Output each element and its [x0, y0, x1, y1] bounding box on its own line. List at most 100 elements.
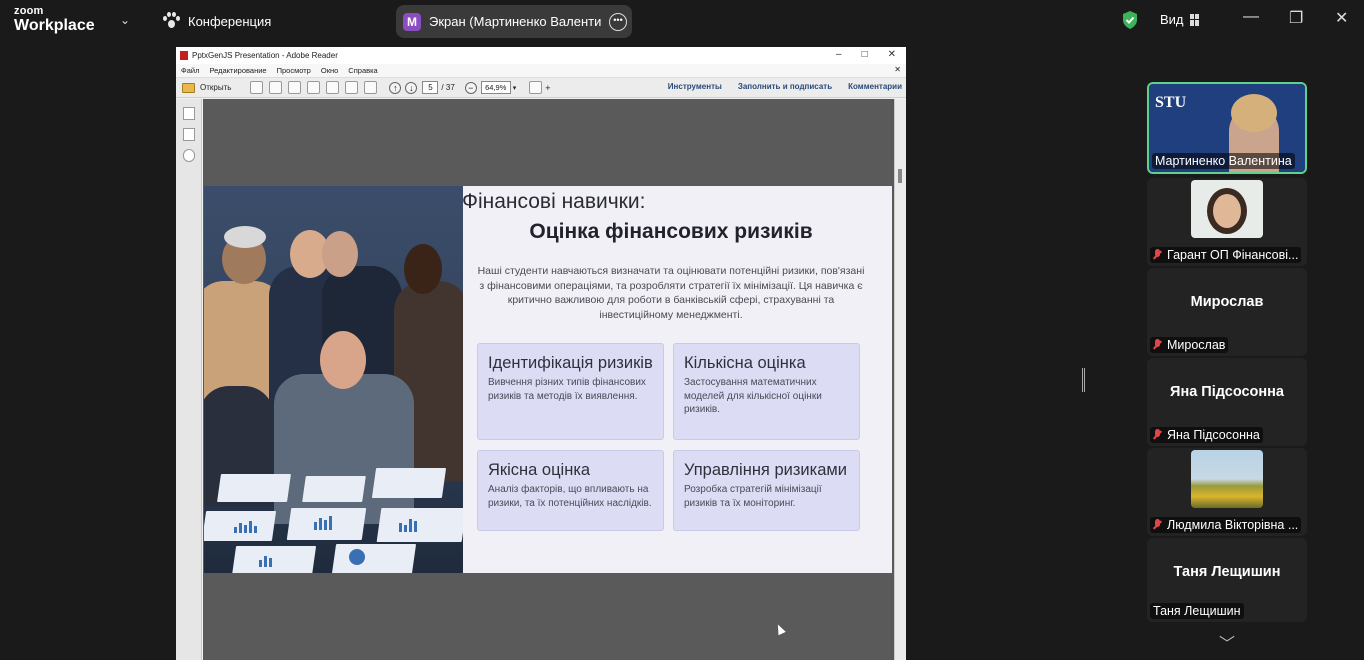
card-quantitative-assessment: Кількісна оцінка Застосування математичн… [673, 343, 860, 440]
muted-mic-icon [1153, 249, 1162, 260]
expand-icon[interactable]: + [545, 83, 550, 93]
participant-big-name: Мирослав [1190, 294, 1264, 310]
participant-tile[interactable]: Яна Підсосонна Яна Підсосонна [1147, 358, 1307, 446]
screen-share-label: Экран (Мартиненко Валентина) [429, 14, 601, 29]
more-options-icon[interactable]: ••• [609, 12, 627, 31]
slide-title: Фінансові навички: [462, 190, 646, 213]
mail-icon[interactable] [364, 81, 378, 94]
reader-title: PptxGenJS Presentation - Adobe Reader [192, 51, 338, 60]
card-text: Вивчення різних типів фінансових ризиків… [488, 377, 646, 402]
card-risk-identification: Ідентифікація ризиків Вивчення різних ти… [477, 343, 664, 440]
page-total: / 37 [441, 83, 455, 92]
slide-heading: Оцінка фінансових ризиків [529, 220, 813, 243]
zoom-top-bar: zoom Workplace ⌄ Конференция M Экран (Ма… [0, 0, 1364, 42]
comments-button[interactable]: Комментарии [848, 82, 902, 91]
menu-file[interactable]: Файл [181, 66, 199, 75]
sharer-badge: M [403, 12, 421, 31]
print-icon[interactable] [345, 81, 359, 94]
zoom-value[interactable]: 64,9% [480, 81, 511, 94]
vertical-scrollbar[interactable] [894, 99, 906, 660]
participant-big-name: Яна Підсосонна [1170, 384, 1284, 400]
card-risk-management: Управління ризиками Розробка стратегій м… [673, 450, 860, 531]
participant-tile[interactable]: Гарант ОП Фінансові... [1147, 178, 1307, 266]
conference-label: Конференция [188, 13, 272, 29]
save-icon[interactable] [326, 81, 340, 94]
muted-mic-icon [1153, 429, 1162, 440]
folder-icon [182, 82, 195, 93]
zoom-dropdown-icon[interactable]: ▾ [513, 84, 517, 92]
participant-name: Гарант ОП Фінансові... [1167, 248, 1299, 262]
reader-close-icon[interactable]: ✕ [888, 49, 896, 60]
paw-icon [162, 12, 180, 30]
card-title: Кількісна оцінка [684, 354, 806, 372]
card-qualitative-assessment: Якісна оцінка Аналіз факторів, що вплива… [477, 450, 664, 531]
prev-page-icon[interactable]: ↑ [389, 81, 402, 94]
participant-name: Мартиненко Валентина [1152, 153, 1295, 169]
bookmark-icon[interactable] [182, 128, 195, 141]
attachment-icon[interactable] [182, 149, 195, 162]
panel-resize-handle[interactable] [1082, 368, 1085, 392]
muted-mic-icon [1153, 519, 1162, 530]
grid-view-icon [1189, 13, 1200, 26]
participant-avatar [1191, 180, 1263, 238]
reader-toolbar: Открыть ↑ ↓ 5 / 37 − 64,9% ▾ + Инструмен… [176, 78, 906, 98]
pdf-icon[interactable] [269, 81, 283, 94]
adobe-icon [180, 51, 188, 60]
menu-help[interactable]: Справка [348, 66, 377, 75]
card-title: Управління ризиками [684, 461, 847, 479]
menu-view[interactable]: Просмотр [277, 66, 311, 75]
create-icon[interactable] [250, 81, 264, 94]
view-label: Вид [1160, 12, 1184, 27]
muted-mic-icon [1153, 339, 1162, 350]
logo-line-2: Workplace [14, 17, 95, 34]
zoom-out-icon[interactable]: − [464, 81, 477, 94]
fill-sign-button[interactable]: Заполнить и подписать [738, 82, 832, 91]
conference-button[interactable]: Конференция [162, 12, 271, 30]
participant-name: Таня Лещишин [1150, 603, 1244, 619]
menu-edit[interactable]: Редактирование [209, 66, 266, 75]
zoom-logo: zoom Workplace [14, 6, 95, 34]
next-page-icon[interactable]: ↓ [405, 81, 418, 94]
card-text: Аналіз факторів, що впливають на ризики,… [488, 484, 652, 509]
participant-tile[interactable]: Мирослав Мирослав [1147, 268, 1307, 356]
card-text: Застосування математичних моделей для кі… [684, 377, 822, 415]
card-title: Ідентифікація ризиків [488, 354, 653, 372]
view-button[interactable]: Вид [1160, 12, 1200, 27]
participant-big-name: Таня Лещишин [1173, 564, 1281, 580]
card-text: Розробка стратегій мінімізації ризиків т… [684, 484, 822, 509]
scroll-down-chevron-icon[interactable]: ﹀ [1219, 630, 1235, 654]
participant-avatar [1191, 450, 1263, 508]
participant-name: Людмила Вікторівна ... [1167, 518, 1299, 532]
close-doc-icon[interactable]: ✕ [894, 65, 901, 74]
logo-line-1: zoom [14, 5, 44, 17]
reader-title-bar: PptxGenJS Presentation - Adobe Reader – … [176, 47, 906, 64]
reader-maximize-icon[interactable]: □ [862, 49, 868, 60]
edit-icon[interactable] [288, 81, 302, 94]
participant-tile[interactable]: Людмила Вікторівна ... [1147, 448, 1307, 536]
close-icon[interactable]: ✕ [1335, 8, 1348, 28]
reader-menu-bar: Файл Редактирование Просмотр Окно Справк… [176, 64, 906, 78]
university-logo: STU [1155, 94, 1187, 111]
open-button[interactable]: Открыть [200, 83, 231, 92]
menu-window[interactable]: Окно [321, 66, 338, 75]
tools-pane-button[interactable]: Инструменты [668, 82, 722, 91]
participant-name: Яна Підсосонна [1167, 428, 1260, 442]
security-shield-icon[interactable] [1121, 10, 1139, 30]
screen-share-pill[interactable]: M Экран (Мартиненко Валентина) ••• [396, 5, 632, 38]
reader-minimize-icon[interactable]: – [836, 49, 842, 60]
slide-description: Наші студенти навчаються визначати та оц… [477, 265, 865, 321]
page-number-input[interactable]: 5 [422, 81, 439, 94]
pages-icon[interactable] [182, 107, 195, 120]
minimize-icon[interactable]: — [1243, 8, 1259, 26]
chevron-down-icon[interactable]: ⌄ [120, 13, 130, 27]
participant-tile[interactable]: Таня Лещишин Таня Лещишин [1147, 538, 1307, 622]
card-title: Якісна оцінка [488, 461, 591, 479]
participant-tile[interactable]: STU Мартиненко Валентина [1147, 82, 1307, 174]
restore-icon[interactable]: ❐ [1289, 8, 1303, 28]
presentation-slide: Фінансові навички: Оцінка фінансових риз… [204, 186, 892, 573]
business-meeting-photo [204, 186, 463, 573]
fit-page-icon[interactable] [529, 81, 543, 94]
cloud-icon[interactable] [307, 81, 321, 94]
reader-nav-pane [176, 99, 202, 660]
scroll-thumb[interactable] [898, 169, 902, 183]
